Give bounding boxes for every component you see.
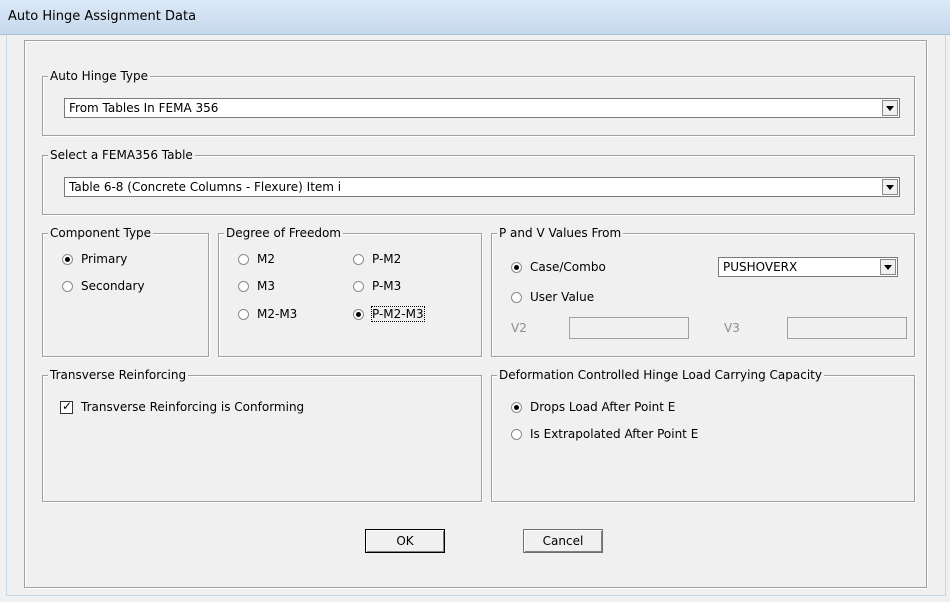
chevron-down-icon [884,265,892,270]
case-combo-value: PUSHOVERX [723,260,798,274]
radio-primary-label: Primary [81,252,128,266]
v3-input[interactable] [787,317,907,339]
radio-m2-circle[interactable] [238,254,249,265]
transverse-reinforcing-legend: Transverse Reinforcing [48,368,189,382]
radio-case-combo-label: Case/Combo [530,260,606,274]
radio-case-combo-circle[interactable] [511,262,522,273]
radio-secondary-circle[interactable] [62,281,73,292]
radio-m3-circle[interactable] [238,281,249,292]
deformation-capacity-legend: Deformation Controlled Hinge Load Carryi… [497,368,824,382]
radio-user-value-label: User Value [530,290,595,304]
radio-drops-load-label: Drops Load After Point E [530,400,676,414]
fema-table-dropdown-button[interactable] [882,179,898,195]
chevron-down-icon [886,185,894,190]
radio-primary-circle[interactable] [62,254,73,265]
fema-table-value: Table 6-8 (Concrete Columns - Flexure) I… [69,180,342,194]
auto-hinge-type-group: Auto Hinge Type From Tables In FEMA 356 [42,69,915,136]
checkbox-box[interactable]: ✓ [60,399,73,414]
radio-p-m2-label: P-M2 [372,252,402,266]
v3-label: V3 [724,321,740,335]
component-type-group: Component Type Primary Secondary [42,226,209,357]
component-type-legend: Component Type [48,226,154,240]
deformation-capacity-group: Deformation Controlled Hinge Load Carryi… [491,368,915,502]
cancel-button[interactable]: Cancel [523,529,603,553]
transverse-reinforcing-group: Transverse Reinforcing ✓ Transverse Rein… [42,368,482,502]
radio-p-m3-label: P-M3 [372,279,402,293]
radio-user-value-circle[interactable] [511,292,522,303]
radio-p-m3-circle[interactable] [353,281,364,292]
ok-button-label: OK [396,534,414,548]
case-combo-dropdown[interactable]: PUSHOVERX [718,257,898,277]
auto-hinge-type-dropdown-button[interactable] [882,100,898,116]
chevron-down-icon [886,106,894,111]
radio-extrapolated-circle[interactable] [511,429,522,440]
fema-table-group: Select a FEMA356 Table Table 6-8 (Concre… [42,148,915,215]
dialog-client-area: Auto Hinge Type From Tables In FEMA 356 … [6,35,946,596]
radio-m2-m3-label: M2-M3 [257,307,298,321]
fema-table-dropdown[interactable]: Table 6-8 (Concrete Columns - Flexure) I… [64,177,900,197]
ok-button[interactable]: OK [365,529,445,553]
auto-hinge-type-dropdown[interactable]: From Tables In FEMA 356 [64,98,900,118]
case-combo-dropdown-button[interactable] [880,259,896,275]
checkmark-icon: ✓ [62,399,73,413]
p-v-values-group: P and V Values From Case/Combo PUSHOVERX… [491,226,915,357]
cancel-button-label: Cancel [542,534,584,548]
radio-m2-m3-circle[interactable] [238,309,249,320]
degree-of-freedom-group: Degree of Freedom M2 P-M2 M3 P-M3 M2-M3 … [218,226,482,357]
auto-hinge-type-legend: Auto Hinge Type [48,69,151,83]
radio-p-m2-m3-circle[interactable] [353,309,364,320]
degree-of-freedom-legend: Degree of Freedom [224,226,343,240]
radio-selected-dot [514,405,519,410]
radio-secondary-label: Secondary [81,279,145,293]
radio-selected-dot [514,265,519,270]
radio-drops-load-circle[interactable] [511,402,522,413]
window-title: Auto Hinge Assignment Data [8,9,197,24]
radio-selected-dot [65,257,70,262]
v2-input[interactable] [569,317,689,339]
radio-p-m2-m3-label: P-M2-M3 [371,306,425,322]
transverse-conforming-label: Transverse Reinforcing is Conforming [81,400,305,414]
auto-hinge-type-value: From Tables In FEMA 356 [69,101,219,115]
radio-p-m2-circle[interactable] [353,254,364,265]
radio-selected-dot [356,312,361,317]
title-bar: Auto Hinge Assignment Data [0,0,950,35]
radio-m2-label: M2 [257,252,275,266]
p-v-values-legend: P and V Values From [497,226,624,240]
v2-label: V2 [511,321,527,335]
radio-m3-label: M3 [257,279,275,293]
fema-table-legend: Select a FEMA356 Table [48,148,195,162]
radio-extrapolated-label: Is Extrapolated After Point E [530,427,699,441]
